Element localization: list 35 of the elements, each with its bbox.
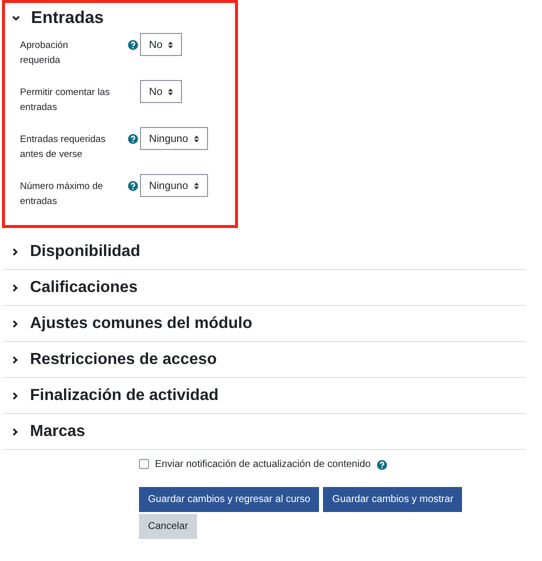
chevron-right-icon[interactable]: [10, 354, 20, 364]
save-button[interactable]: Guardar cambios y regresar al curso: [139, 487, 320, 512]
section-title[interactable]: Restricciones de acceso: [30, 350, 217, 368]
section-title[interactable]: Calificaciones: [30, 278, 138, 296]
help-icon[interactable]: [128, 134, 138, 144]
checkbox-label: Enviar notificación de actualización de contenido: [155, 458, 371, 470]
cancel-button[interactable]: Cancelar: [139, 514, 198, 539]
chevron-right-icon[interactable]: [10, 390, 20, 400]
select-field[interactable]: No: [140, 33, 182, 56]
up-down-icon: [168, 88, 174, 96]
help-icon[interactable]: [128, 181, 138, 191]
up-down-icon: [194, 134, 200, 142]
help-icon[interactable]: [376, 460, 387, 470]
chevron-down-icon[interactable]: [11, 13, 21, 23]
section-title[interactable]: Disponibilidad: [30, 242, 140, 260]
chevron-right-icon[interactable]: [10, 282, 20, 292]
field-label: Entradas requeridas antes de verse: [20, 133, 107, 162]
up-down-icon: [194, 182, 200, 190]
section-title[interactable]: Entradas: [31, 8, 104, 28]
save-button[interactable]: Guardar cambios y mostrar: [323, 487, 462, 512]
section-title[interactable]: Ajustes comunes del módulo: [30, 314, 252, 332]
select-field[interactable]: No: [140, 80, 182, 103]
chevron-right-icon[interactable]: [10, 318, 20, 328]
checkbox[interactable]: [139, 459, 149, 469]
section-title[interactable]: Finalización de actividad: [30, 386, 218, 404]
section-title[interactable]: Marcas: [30, 422, 86, 440]
select-field[interactable]: Ninguno: [140, 174, 208, 197]
field-label: Permitir comentar las entradas: [20, 86, 111, 115]
help-icon[interactable]: [128, 40, 138, 50]
field-label: Aprobación requerida: [20, 39, 70, 68]
chevron-right-icon[interactable]: [10, 426, 20, 436]
chevron-right-icon[interactable]: [10, 246, 20, 256]
select-field[interactable]: Ninguno: [140, 127, 208, 150]
up-down-icon: [168, 40, 174, 48]
field-label: Número máximo de entradas: [20, 180, 104, 209]
